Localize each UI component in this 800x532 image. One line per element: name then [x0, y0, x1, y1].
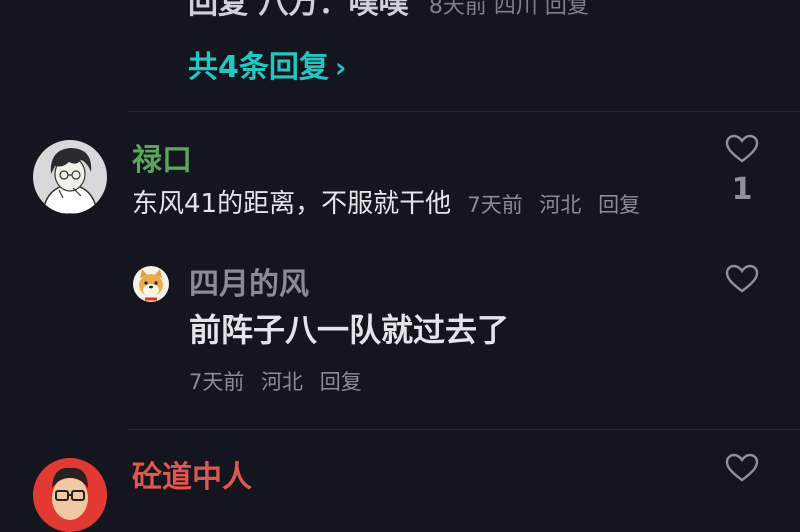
view-more-replies-button[interactable]: 共4条回复 ›: [188, 42, 346, 86]
divider: [128, 111, 800, 112]
anime-boy-avatar-icon: [33, 140, 107, 214]
partial-reply: 回复 八万：噗噗 8天前 四川 回复: [188, 0, 589, 22]
divider: [128, 429, 800, 430]
like-button[interactable]: [722, 134, 762, 168]
heart-icon: [725, 453, 759, 482]
avatar[interactable]: [33, 140, 107, 214]
comment-location: 河北: [539, 193, 582, 217]
chevron-right-icon: ›: [334, 51, 347, 84]
heart-icon: [725, 264, 759, 293]
partial-reply-meta: 8天前 四川 回复: [428, 0, 589, 19]
avatar[interactable]: [33, 458, 107, 532]
like-button[interactable]: [722, 264, 762, 298]
reply-button[interactable]: 回复: [598, 193, 640, 217]
comment-text: 东风41的距离，不服就干他 7天前 河北 回复: [132, 183, 650, 220]
reply-time: 7天前: [189, 370, 245, 394]
avatar[interactable]: [133, 266, 169, 302]
like-count: 1: [731, 172, 753, 207]
reply-button[interactable]: 回复: [320, 370, 362, 394]
reply-text: 前阵子八一队就过去了: [189, 311, 510, 349]
more-replies-label: 共4条回复: [188, 50, 329, 85]
reply-meta: 7天前 河北 回复: [189, 366, 372, 396]
heart-icon: [725, 134, 759, 163]
comment-username[interactable]: 砼道中人: [132, 452, 252, 496]
like-button[interactable]: [722, 453, 762, 487]
shiba-dog-avatar-icon: [133, 266, 169, 302]
reply-location: 河北: [261, 370, 304, 394]
comment-meta: 7天前 河北 回复: [467, 193, 650, 217]
man-with-glasses-avatar-icon: [33, 458, 107, 532]
reply-username[interactable]: 四月的风: [189, 259, 309, 303]
comment-text-content: 东风41的距离，不服就干他: [132, 189, 452, 219]
comment-username[interactable]: 禄口: [132, 135, 192, 179]
partial-reply-text: 回复 八万：噗噗: [188, 0, 409, 21]
comment-time: 7天前: [467, 193, 523, 217]
